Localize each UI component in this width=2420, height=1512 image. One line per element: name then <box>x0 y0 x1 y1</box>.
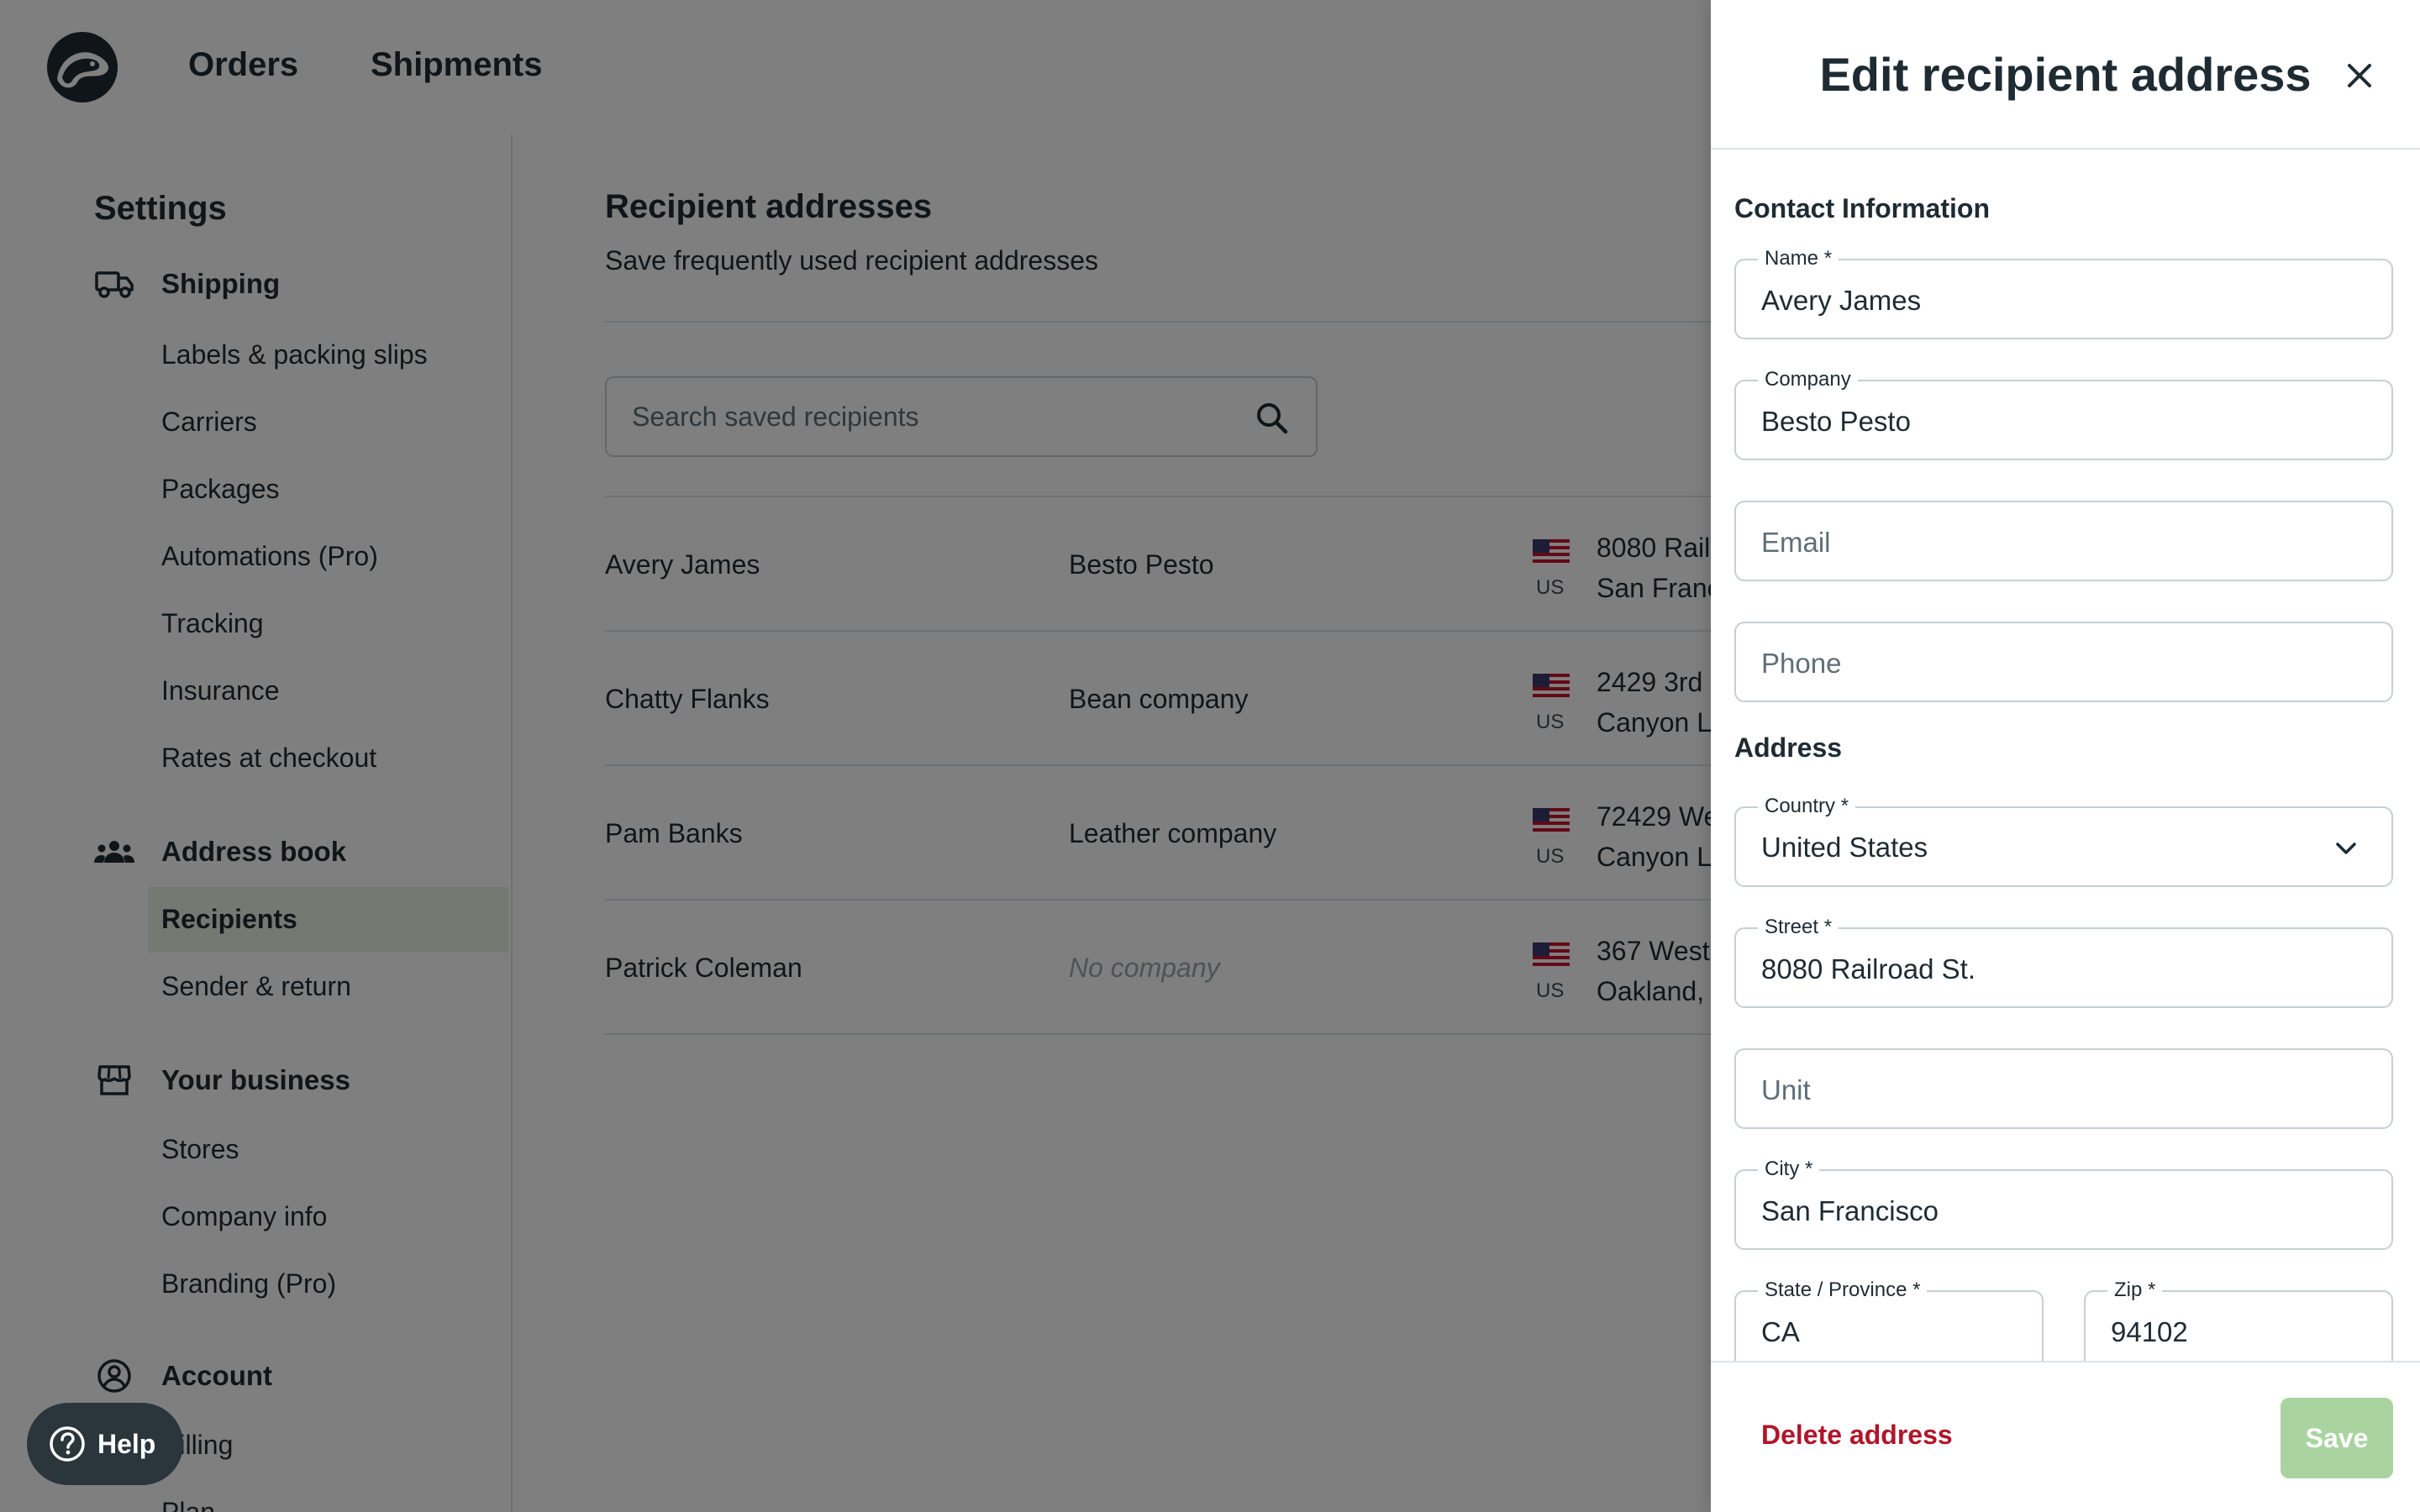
close-icon[interactable] <box>2343 59 2376 92</box>
zip-input[interactable] <box>2111 1314 2356 1351</box>
help-button[interactable]: Help <box>27 1403 183 1485</box>
state-input[interactable] <box>1761 1314 2007 1351</box>
country-label: Country * <box>1758 795 1856 818</box>
street-label: Street * <box>1758 916 1839 939</box>
delete-address-button[interactable]: Delete address <box>1761 1420 1953 1451</box>
city-field[interactable]: City * <box>1734 1158 2393 1250</box>
unit-field[interactable] <box>1734 1048 2393 1129</box>
address-section-title: Address <box>1734 732 1843 763</box>
city-input[interactable] <box>1761 1193 2286 1230</box>
country-select[interactable]: Country * United States <box>1734 795 2393 887</box>
drawer-body: Contact Information Name * Company Addre… <box>1711 151 2420 1361</box>
modal-overlay[interactable] <box>0 0 1711 1512</box>
drawer-header: Edit recipient address <box>1711 0 2420 150</box>
name-field[interactable]: Name * <box>1734 247 2393 339</box>
save-button[interactable]: Save <box>2281 1398 2393 1478</box>
edit-recipient-drawer: Edit recipient address Contact Informati… <box>1711 0 2420 1512</box>
city-label: City * <box>1758 1158 1820 1181</box>
help-icon <box>50 1426 85 1462</box>
state-field[interactable]: State / Province * <box>1734 1278 2044 1361</box>
help-label: Help <box>97 1428 156 1459</box>
email-input[interactable] <box>1761 524 2286 561</box>
state-label: State / Province * <box>1758 1278 1928 1302</box>
company-field[interactable]: Company <box>1734 368 2393 460</box>
phone-input[interactable] <box>1761 645 2286 682</box>
name-label: Name * <box>1758 247 1839 270</box>
street-input[interactable] <box>1761 951 2286 988</box>
chevron-down-icon <box>2336 843 2356 854</box>
country-value: United States <box>1761 832 1928 863</box>
drawer-footer: Delete address Save <box>1711 1361 2420 1512</box>
page: Orders Shipments Settings Shipping Label… <box>0 0 2420 1512</box>
drawer-title: Edit recipient address <box>1819 48 2312 101</box>
name-input[interactable] <box>1761 282 2286 319</box>
street-field[interactable]: Street * <box>1734 916 2393 1008</box>
contact-section-title: Contact Information <box>1734 193 1990 223</box>
zip-field[interactable]: Zip * <box>2084 1278 2393 1361</box>
zip-label: Zip * <box>2107 1278 2163 1302</box>
email-field[interactable] <box>1734 501 2393 581</box>
company-label: Company <box>1758 368 1858 391</box>
unit-input[interactable] <box>1761 1072 2286 1109</box>
phone-field[interactable] <box>1734 622 2393 702</box>
company-input[interactable] <box>1761 403 2286 440</box>
